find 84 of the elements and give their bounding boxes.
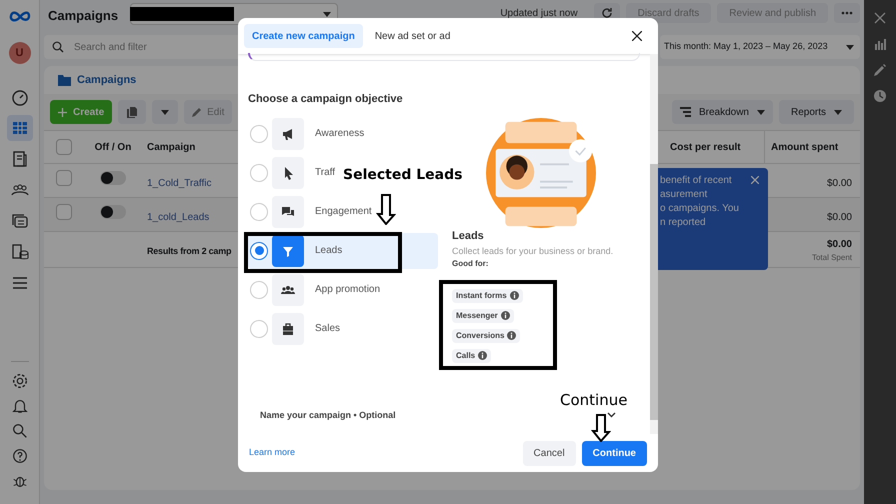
annotation-label: Selected Leads <box>343 166 462 184</box>
refresh-icon <box>600 7 613 19</box>
radio-button[interactable] <box>250 280 268 298</box>
campaign-link[interactable]: 1_Cold_Traffic <box>147 178 212 189</box>
infinity-logo[interactable] <box>8 10 30 24</box>
section-heading: Choose a campaign objective <box>248 92 404 107</box>
search-icon <box>52 41 64 53</box>
bar-chart-icon[interactable] <box>874 38 886 50</box>
caret-icon <box>161 110 170 114</box>
campaign-link[interactable]: 1_cold_Leads <box>147 212 210 223</box>
notice-text: benefit of recent asurement o campaigns. You n reported <box>660 174 739 230</box>
radio-button[interactable] <box>250 320 268 338</box>
objective-option[interactable]: App promotion <box>248 272 382 308</box>
radio-button[interactable] <box>250 242 268 260</box>
down-arrow <box>591 414 611 442</box>
feature-chip: Calls <box>452 348 492 362</box>
more-icon <box>841 11 853 15</box>
total-label: Total Spent <box>812 252 852 264</box>
learn-more-link[interactable]: Learn more <box>249 446 296 460</box>
help-icon[interactable] <box>10 447 28 465</box>
cancel-button[interactable]: Cancel <box>522 440 576 466</box>
results-summary: Results from 2 camp <box>147 246 232 256</box>
chevron-icon[interactable] <box>607 412 616 418</box>
reports-button[interactable]: Reports <box>778 100 854 124</box>
checkbox[interactable] <box>56 204 72 220</box>
search-icon[interactable] <box>10 422 28 440</box>
duplicate-button[interactable] <box>118 100 146 124</box>
dialog-tab[interactable]: New ad set or ad <box>366 24 458 48</box>
objective-option[interactable]: Traff <box>248 154 336 190</box>
amount-cell: $0.00 <box>826 178 852 189</box>
plus-icon <box>58 108 67 116</box>
feature-chip: Conversions <box>452 328 520 342</box>
pencil-icon[interactable] <box>874 64 886 76</box>
info-icon <box>507 331 516 340</box>
info-icon <box>500 311 510 320</box>
good-for-label: Good for: <box>452 258 490 268</box>
continue-button[interactable]: Continue <box>582 440 647 466</box>
feature-chip: Instant forms <box>452 288 523 302</box>
radio-button[interactable] <box>250 202 268 220</box>
update-status: Updated just now <box>500 7 578 21</box>
close-icon[interactable] <box>632 31 642 41</box>
objective-option[interactable]: Sales <box>248 310 342 346</box>
annotation-label: Continue <box>560 391 628 409</box>
checkbox[interactable] <box>56 170 72 186</box>
more-button[interactable] <box>834 3 860 23</box>
page-title: Campaigns <box>48 7 118 25</box>
detail-title: Leads <box>452 230 485 242</box>
info-icon <box>478 351 488 360</box>
detail-description: Collect leads for your business or brand. <box>452 244 614 256</box>
dropdown-button[interactable] <box>152 100 178 124</box>
feature-chip: Messenger <box>452 308 514 322</box>
column-header[interactable]: Off / On <box>94 142 132 152</box>
pencil-icon <box>192 107 202 117</box>
down-arrow <box>376 194 396 225</box>
field-label: Name your campaign • Optional <box>260 408 396 422</box>
clock-icon[interactable] <box>874 90 886 102</box>
bell-icon[interactable] <box>10 397 28 415</box>
objective-option[interactable]: Awareness <box>248 116 366 152</box>
breakdown-icon <box>680 107 691 117</box>
briefcase-icon <box>280 320 296 336</box>
dialog-tab[interactable]: Create new campaign <box>244 24 363 48</box>
column-header[interactable]: Campaign <box>147 142 196 152</box>
checkbox[interactable] <box>56 139 72 155</box>
column-header[interactable]: Cost per result <box>670 142 741 152</box>
folder-icon <box>58 74 71 86</box>
date-range-dropdown[interactable]: This month: May 1, 2023 – May 26, 2023 <box>660 35 860 59</box>
caret-icon <box>756 110 765 114</box>
panel-tab[interactable]: Campaigns <box>77 72 136 88</box>
radio-button[interactable] <box>250 124 268 142</box>
toggle-switch[interactable] <box>100 205 126 219</box>
total-amount: $0.00 <box>826 238 852 252</box>
toggle-switch[interactable] <box>100 171 126 185</box>
breakdown-button[interactable]: Breakdown <box>672 100 773 124</box>
radio-button[interactable] <box>250 164 268 182</box>
caret-icon <box>834 110 842 114</box>
settings-icon[interactable] <box>10 372 28 390</box>
table-icon[interactable] <box>6 115 32 141</box>
amount-cell: $0.00 <box>826 212 852 223</box>
scrollbar[interactable] <box>650 54 658 434</box>
copy-icon <box>127 106 138 118</box>
column-header[interactable]: Amount spent <box>771 140 838 154</box>
info-icon <box>510 291 519 300</box>
caret-icon <box>846 44 854 50</box>
objective-option[interactable]: Engagement <box>248 194 373 230</box>
